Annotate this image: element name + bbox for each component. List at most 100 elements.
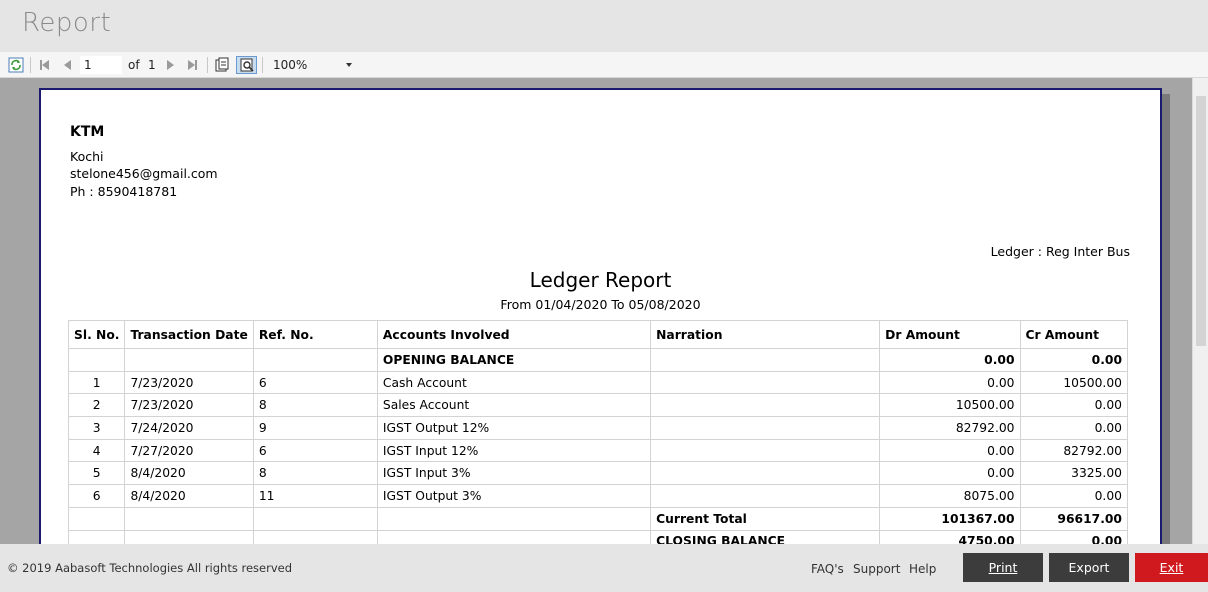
exit-button[interactable]: Exit (1135, 553, 1208, 582)
col-sl-no: Sl. No. (67, 320, 126, 349)
cell-sl: 2 (67, 393, 126, 418)
table-row: 3 7/24/2020 9 IGST Output 12% 82792.00 0… (67, 416, 1129, 440)
cell-date: 7/24/2020 (124, 416, 254, 440)
report-page: KTM Kochi stelone456@gmail.com Ph : 8590… (39, 88, 1162, 544)
cell-ref: 8 (252, 461, 378, 486)
col-transaction-date: Transaction Date (124, 320, 254, 349)
col-narration: Narration (650, 320, 881, 349)
opening-balance-label: OPENING BALANCE (376, 348, 652, 372)
company-city: Kochi (70, 149, 104, 164)
next-page-icon[interactable] (161, 56, 179, 74)
closing-balance-row: CLOSING BALANCE 4750.00 0.00 (67, 529, 1129, 544)
company-name: KTM (70, 124, 105, 140)
window-title: Report (22, 8, 112, 38)
ledger-name: Ledger : Reg Inter Bus (990, 244, 1130, 259)
current-total-dr: 101367.00 (879, 506, 1021, 531)
report-title: Ledger Report (529, 268, 672, 292)
report-viewport[interactable]: KTM Kochi stelone456@gmail.com Ph : 8590… (0, 78, 1208, 544)
cell-date: 7/23/2020 (124, 370, 254, 395)
col-cr-amount: Cr Amount (1019, 320, 1129, 349)
cell-dr: 0.00 (879, 461, 1021, 486)
cell-sl: 6 (67, 484, 126, 508)
cell-dr: 0.00 (879, 370, 1021, 395)
closing-balance-label: CLOSING BALANCE (650, 529, 881, 544)
cell-dr: 0.00 (879, 438, 1021, 463)
support-link[interactable]: Support (853, 562, 900, 576)
copyright-text: © 2019 Aabasoft Technologies All rights … (7, 561, 293, 575)
cell-ref: 8 (252, 393, 378, 418)
last-page-icon[interactable] (183, 56, 201, 74)
zoom-select[interactable]: 100% (268, 56, 356, 74)
cell-sl: 4 (67, 438, 126, 463)
cell-cr: 10500.00 (1019, 370, 1129, 395)
refresh-icon[interactable] (7, 56, 25, 74)
cell-cr: 0.00 (1019, 416, 1129, 440)
cell-cr: 3325.00 (1019, 461, 1129, 486)
vertical-scrollbar[interactable] (1192, 78, 1208, 544)
cell-date: 8/4/2020 (124, 484, 254, 508)
title-bar: Report (0, 0, 1208, 52)
cell-sl: 5 (67, 461, 126, 486)
page-setup-icon[interactable] (236, 56, 257, 74)
cell-account: IGST Input 3% (376, 461, 652, 486)
cell-narration (650, 416, 881, 440)
cell-dr: 82792.00 (879, 416, 1021, 440)
table-row: 1 7/23/2020 6 Cash Account 0.00 10500.00 (67, 370, 1129, 395)
opening-cr: 0.00 (1019, 348, 1129, 372)
scrollbar-thumb[interactable] (1196, 96, 1206, 346)
table-row: 5 8/4/2020 8 IGST Input 3% 0.00 3325.00 (67, 461, 1129, 486)
previous-page-icon[interactable] (58, 56, 76, 74)
cell-ref: 9 (252, 416, 378, 440)
cell-narration (650, 393, 881, 418)
cell-date: 8/4/2020 (124, 461, 254, 486)
cell-cr: 82792.00 (1019, 438, 1129, 463)
zoom-value: 100% (273, 58, 308, 72)
ledger-table: Sl. No. Transaction Date Ref. No. Accoun… (67, 320, 1129, 544)
help-link[interactable]: Help (909, 562, 936, 576)
cell-narration (650, 438, 881, 463)
cell-account: IGST Input 12% (376, 438, 652, 463)
cell-date: 7/23/2020 (124, 393, 254, 418)
cell-narration (650, 484, 881, 508)
company-email: stelone456@gmail.com (70, 166, 218, 181)
faq-link[interactable]: FAQ's (811, 562, 844, 576)
company-phone: Ph : 8590418781 (70, 184, 178, 199)
cell-ref: 11 (252, 484, 378, 508)
cell-narration (650, 370, 881, 395)
current-total-cr: 96617.00 (1019, 506, 1129, 531)
cell-account: IGST Output 3% (376, 484, 652, 508)
chevron-down-icon (346, 63, 352, 67)
current-total-label: Current Total (650, 506, 881, 531)
export-button-label: Export (1068, 560, 1110, 575)
print-button[interactable]: Print (963, 553, 1043, 582)
cell-cr: 0.00 (1019, 393, 1129, 418)
cell-narration (650, 461, 881, 486)
closing-dr: 4750.00 (879, 529, 1021, 544)
export-button[interactable]: Export (1049, 553, 1129, 582)
print-button-label: Print (988, 560, 1018, 575)
cell-sl: 3 (67, 416, 126, 440)
cell-dr: 8075.00 (879, 484, 1021, 508)
cell-account: Cash Account (376, 370, 652, 395)
current-total-row: Current Total 101367.00 96617.00 (67, 506, 1129, 531)
cell-date: 7/27/2020 (124, 438, 254, 463)
closing-cr: 0.00 (1019, 529, 1129, 544)
cell-account: Sales Account (376, 393, 652, 418)
print-layout-icon[interactable] (213, 56, 231, 74)
of-label: of (128, 58, 140, 72)
current-page-input[interactable]: 1 (80, 56, 122, 74)
table-row: 4 7/27/2020 6 IGST Input 12% 0.00 82792.… (67, 438, 1129, 463)
col-accounts-involved: Accounts Involved (376, 320, 652, 349)
col-dr-amount: Dr Amount (879, 320, 1021, 349)
total-pages: 1 (148, 58, 156, 72)
cell-ref: 6 (252, 438, 378, 463)
opening-balance-row: OPENING BALANCE 0.00 0.00 (67, 348, 1129, 372)
footer-bar: © 2019 Aabasoft Technologies All rights … (0, 544, 1208, 592)
table-row: 6 8/4/2020 11 IGST Output 3% 8075.00 0.0… (67, 484, 1129, 508)
cell-cr: 0.00 (1019, 484, 1129, 508)
opening-dr: 0.00 (879, 348, 1021, 372)
table-header-row: Sl. No. Transaction Date Ref. No. Accoun… (67, 320, 1129, 349)
first-page-icon[interactable] (35, 56, 53, 74)
cell-sl: 1 (67, 370, 126, 395)
exit-button-label: Exit (1159, 560, 1184, 575)
